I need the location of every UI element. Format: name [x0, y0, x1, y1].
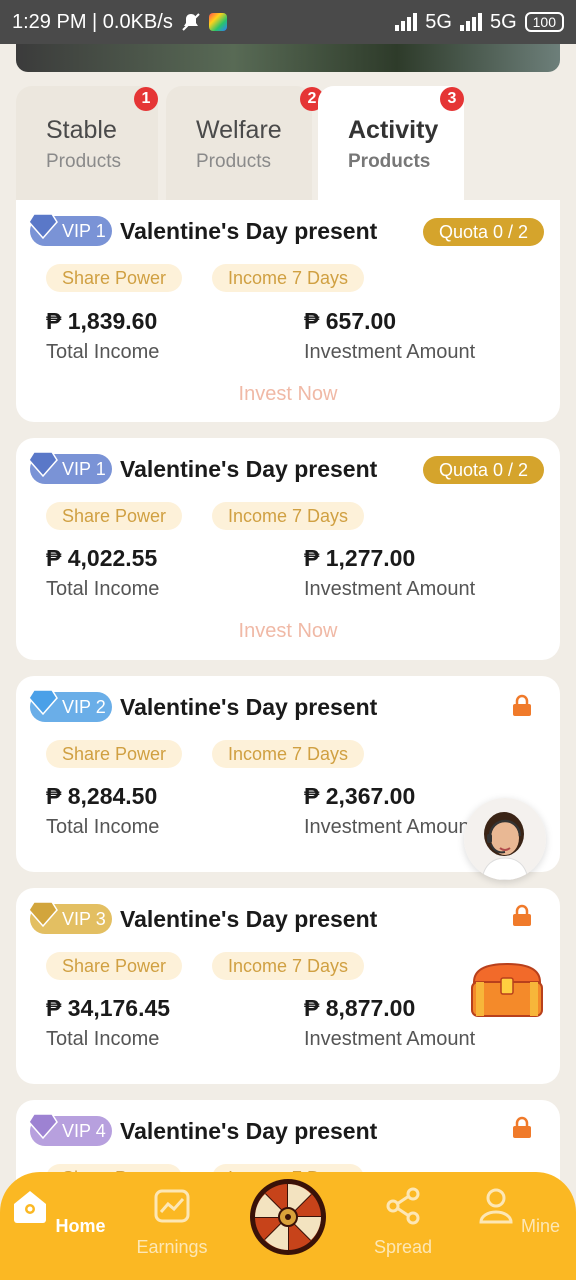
investment-amount-label: Investment Amount	[304, 578, 476, 600]
tab-subtitle: Products	[348, 151, 431, 172]
lock-icon	[513, 1116, 531, 1138]
investment-amount-label: Investment Amount	[304, 1028, 476, 1050]
investment-amount-label: Investment Amount	[304, 816, 476, 838]
total-income-value: ₱ 4,022.55	[46, 545, 158, 571]
product-title: Valentine's Day present	[120, 906, 378, 932]
nav-label: Mine	[521, 1216, 561, 1236]
lock-icon	[513, 904, 531, 926]
battery-icon: 100	[524, 12, 564, 32]
lucky-wheel-button[interactable]	[249, 1178, 327, 1256]
tab-subtitle: Products	[196, 151, 271, 172]
tag-income-days: Income 7 Days	[212, 264, 365, 292]
product-title: Valentine's Day present	[120, 218, 378, 244]
vip-badge: VIP 3	[28, 901, 112, 934]
vip-label: VIP 1	[62, 220, 106, 241]
investment-amount-value: ₱ 8,877.00	[304, 995, 416, 1021]
diamond-icon	[28, 689, 58, 716]
diamond-icon	[28, 451, 58, 478]
tab-badge: 3	[440, 87, 464, 111]
product-card[interactable]: VIP 1 Valentine's Day present Quota 0 / …	[16, 438, 560, 660]
tag-income-days: Income 7 Days	[212, 740, 365, 768]
tab-welfare-products[interactable]: Welfare Products 2	[166, 86, 324, 204]
signal-icon	[395, 13, 418, 31]
vip-badge: VIP 2	[28, 689, 112, 722]
nav-label: Spread	[373, 1237, 433, 1257]
nav-home[interactable]: Home	[8, 1186, 108, 1237]
tag-income-days: Income 7 Days	[212, 952, 365, 980]
earnings-icon	[154, 1189, 190, 1223]
vip-badge: VIP 4	[28, 1113, 112, 1146]
home-icon	[14, 1191, 47, 1223]
vip-label: VIP 4	[62, 1120, 106, 1141]
nav-earnings[interactable]: Earnings	[122, 1186, 222, 1258]
total-income-label: Total Income	[46, 1028, 160, 1050]
network-type-1: 5G	[425, 10, 452, 33]
quota-badge: Quota 0 / 2	[422, 218, 544, 246]
quota-badge: Quota 0 / 2	[422, 456, 544, 484]
vip-badge: VIP 1	[28, 213, 112, 246]
share-icon	[386, 1187, 420, 1225]
customer-service-button[interactable]	[464, 798, 546, 880]
status-time: 1:29 PM | 0.0KB/s	[12, 10, 173, 33]
total-income-value: ₱ 8,284.50	[46, 783, 158, 809]
vip-label: VIP 3	[62, 908, 106, 929]
signal-icon-2	[459, 13, 482, 31]
vip-label: VIP 1	[62, 458, 106, 479]
nav-label: Earnings	[136, 1237, 208, 1257]
product-title: Valentine's Day present	[120, 456, 378, 482]
status-bar: 1:29 PM | 0.0KB/s 5G 5G 100	[0, 0, 576, 44]
diamond-icon	[28, 213, 58, 240]
tab-stable-products[interactable]: Stable Products 1	[16, 86, 158, 204]
total-income-label: Total Income	[46, 578, 160, 600]
vip-badge: VIP 1	[28, 451, 112, 484]
diamond-icon	[28, 1113, 58, 1140]
tag-income-days: Income 7 Days	[212, 502, 365, 530]
tag-share-power: Share Power	[46, 952, 183, 980]
tag-share-power: Share Power	[46, 502, 183, 530]
total-income-label: Total Income	[46, 816, 160, 838]
mute-icon	[182, 13, 200, 31]
tag-share-power: Share Power	[46, 740, 183, 768]
app-notification-icon	[208, 13, 227, 31]
nav-mine[interactable]: Mine	[468, 1186, 568, 1237]
top-banner-image[interactable]	[16, 44, 560, 72]
tab-title: Activity	[348, 116, 439, 144]
tag-share-power: Share Power	[46, 264, 183, 292]
product-tabs: Stable Products 1 Welfare Products 2 Act…	[16, 86, 560, 204]
tab-title: Welfare	[196, 116, 282, 144]
total-income-label: Total Income	[46, 341, 160, 363]
tab-activity-products[interactable]: Activity Products 3	[318, 86, 464, 204]
product-title: Valentine's Day present	[120, 1118, 378, 1144]
tab-title: Stable	[46, 116, 117, 144]
total-income-value: ₱ 1,839.60	[46, 308, 158, 334]
investment-amount-value: ₱ 2,367.00	[304, 783, 416, 809]
invest-now-button[interactable]: Invest Now	[16, 620, 560, 643]
product-title: Valentine's Day present	[120, 694, 378, 720]
nav-label: Home	[55, 1216, 106, 1236]
total-income-value: ₱ 34,176.45	[46, 995, 171, 1021]
lock-icon	[513, 694, 531, 716]
customer-service-agent-icon	[464, 798, 546, 880]
invest-now-button[interactable]: Invest Now	[16, 383, 560, 406]
tab-badge: 1	[134, 87, 158, 111]
nav-spread[interactable]: Spread	[353, 1186, 453, 1258]
investment-amount-value: ₱ 1,277.00	[304, 545, 416, 571]
investment-amount-value: ₱ 657.00	[304, 308, 397, 334]
product-card[interactable]: VIP 1 Valentine's Day present Quota 0 / …	[16, 200, 560, 422]
diamond-icon	[28, 901, 58, 928]
tab-subtitle: Products	[46, 151, 121, 172]
treasure-chest-icon[interactable]	[468, 960, 546, 1018]
vip-label: VIP 2	[62, 696, 106, 717]
network-type-2: 5G	[489, 10, 517, 33]
investment-amount-label: Investment Amount	[304, 341, 476, 363]
user-icon	[479, 1188, 513, 1224]
